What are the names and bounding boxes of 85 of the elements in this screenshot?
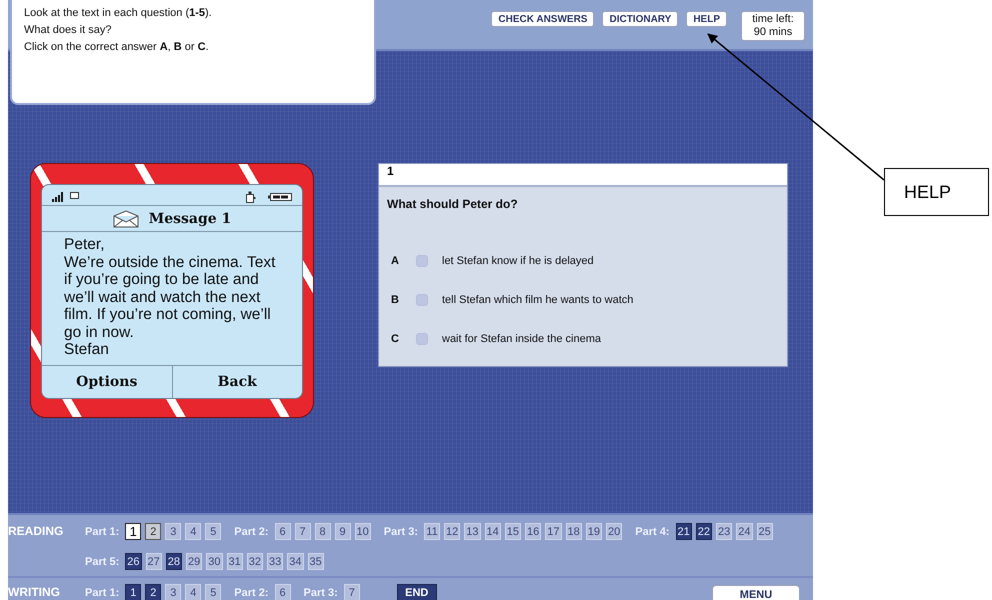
answer-radio[interactable] [416,294,428,306]
end-button[interactable]: END [396,584,437,600]
part-label: Part 1: [85,586,120,598]
question-number[interactable]: 14 [484,523,501,540]
question-number[interactable]: 20 [606,523,622,540]
option-letter: B [391,294,400,306]
message-text: Peter, [64,236,106,254]
question-prompt: What should Peter do? [386,196,519,211]
option-text: let Stefan know if he is delayed [442,254,594,266]
question-number[interactable]: 27 [146,553,162,570]
option-letter: C [391,332,400,344]
question-number[interactable]: 18 [566,523,582,540]
battery-icon [268,193,292,201]
question-number[interactable]: 8 [314,523,330,540]
timer-text: time left: [752,13,794,26]
question-number[interactable]: 5 [205,584,222,600]
question-number[interactable]: 17 [545,523,562,540]
question-number[interactable]: 11 [424,523,440,540]
question-number[interactable]: 6 [274,584,290,600]
question-number[interactable]: 3 [165,523,182,540]
section-label: WRITING [8,584,61,600]
instruction-text: Click on the correct answer A, B or C. [24,40,210,54]
question-number[interactable]: 16 [525,523,542,540]
part-label: Part 2: [234,586,268,598]
softkey[interactable]: Back [172,366,302,398]
question-number[interactable]: 25 [756,523,773,540]
toolbar-button[interactable]: HELP [686,11,727,27]
plug-icon [246,191,256,203]
instruction-text: Look at the text in each question (1-5). [24,6,213,20]
question-number[interactable]: 1 [125,523,142,540]
option-text: wait for Stefan inside the cinema [442,332,601,344]
part-label: Part 2: [234,526,268,538]
question-number[interactable]: 12 [444,523,460,540]
question-number[interactable]: 2 [145,523,162,540]
question-number[interactable]: 4 [185,584,202,600]
question-number[interactable]: 29 [186,553,202,570]
question-number[interactable]: 26 [125,553,142,570]
question-number[interactable]: 31 [226,553,243,570]
question-number[interactable]: 1 [125,584,142,600]
question-number[interactable]: 32 [246,553,263,570]
question-number[interactable]: 9 [334,523,350,540]
toolbar-button[interactable]: CHECK ANSWERS [491,11,594,27]
signal-bars-icon [52,192,66,202]
message-text: Stefan [64,341,110,358]
option-letter: A [391,254,400,266]
part-label: Part 1: [85,526,120,538]
question-number[interactable]: 33 [267,553,284,570]
part-label: Part 4: [635,526,670,538]
softkey[interactable]: Options [42,366,172,398]
question-number[interactable]: 15 [504,523,521,540]
question-number[interactable]: 21 [676,523,692,540]
part-label: Part 3: [304,586,338,598]
question-number[interactable]: 19 [586,523,602,540]
question-number[interactable]: 35 [308,553,324,570]
question-number[interactable]: 6 [274,523,290,540]
question-number[interactable]: 28 [166,553,182,570]
question-number[interactable]: 22 [696,523,712,540]
envelope-icon [112,210,139,228]
message-title: Message 1 [148,210,232,226]
answer-radio[interactable] [416,254,428,266]
option-text: tell Stefan which film he wants to watch [442,294,634,306]
question-number[interactable]: 7 [344,584,360,600]
part-label: Part 5: [85,556,120,568]
part-label: Part 3: [384,526,418,538]
question-number-header: 1 [379,164,787,187]
menu-button[interactable]: MENU [712,585,800,600]
question-number[interactable]: 7 [294,523,310,540]
question-number[interactable]: 2 [145,584,162,600]
rectangle-icon [70,192,79,198]
answer-radio[interactable] [416,332,428,344]
question-number[interactable]: 24 [736,523,752,540]
question-number[interactable]: 23 [716,523,732,540]
section-label: READING [8,523,64,540]
question-number[interactable]: 3 [165,584,182,600]
timer-text: 90 mins [754,26,792,39]
callout-label: HELP [884,168,989,216]
instruction-text: What does it say? [24,23,112,37]
question-number[interactable]: 5 [205,523,222,540]
message-text: We’re outside the cinema. Text if you’re going to be late and we’ll wait and watch the next film. If you’re not coming, we’ll go in now. [64,254,276,341]
toolbar-button[interactable]: DICTIONARY [602,11,678,27]
question-number[interactable]: 4 [185,523,202,540]
question-number[interactable]: 30 [206,553,222,570]
question-number[interactable]: 13 [464,523,480,540]
question-number[interactable]: 34 [287,553,304,570]
question-number[interactable]: 10 [354,523,371,540]
